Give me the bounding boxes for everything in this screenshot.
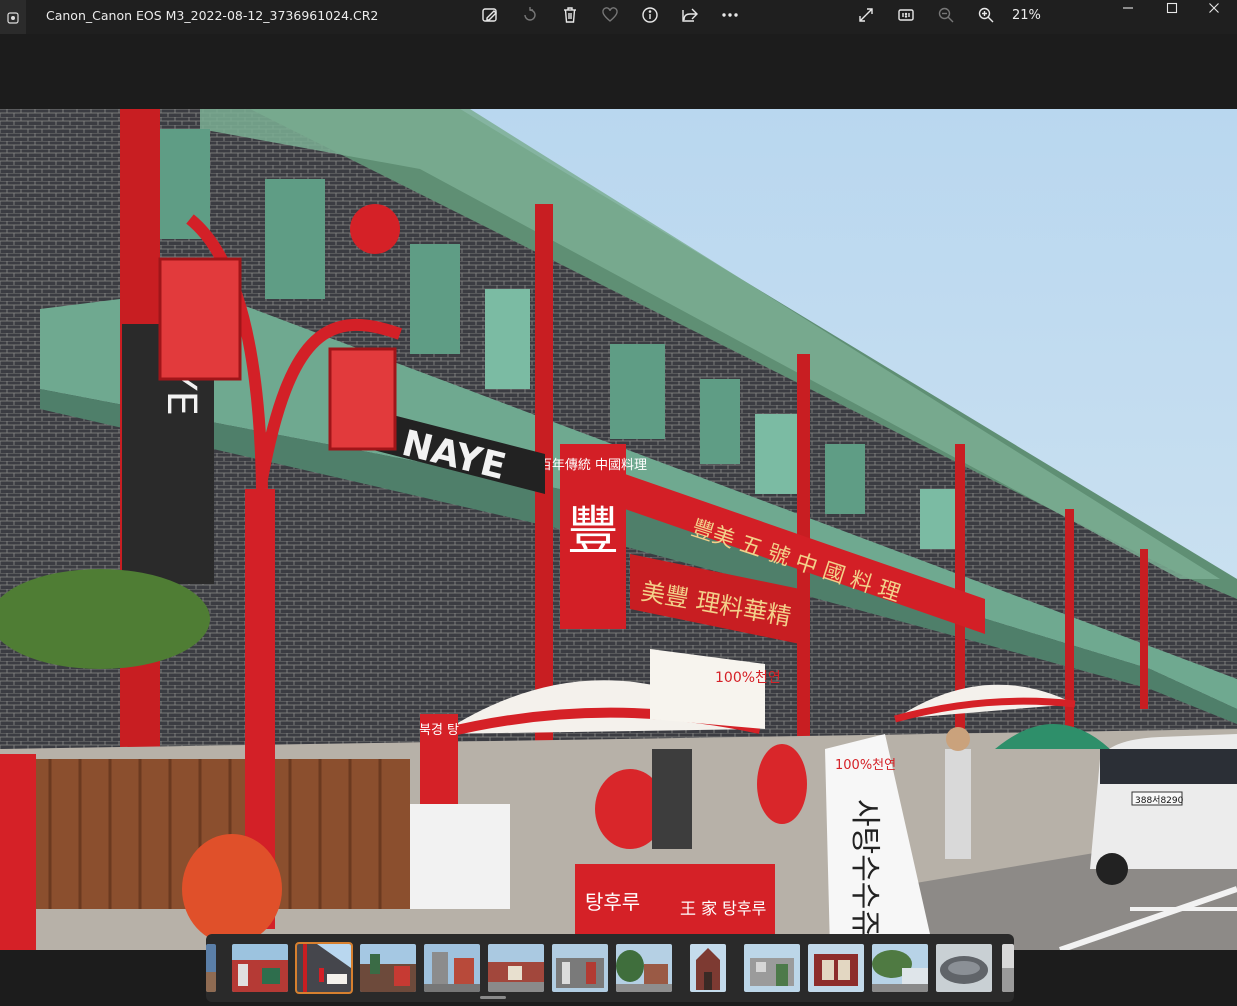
juice-sign-top: 100%천연 bbox=[715, 670, 781, 686]
heart-icon bbox=[602, 7, 618, 22]
thumbnail[interactable] bbox=[206, 944, 216, 992]
fullscreen-icon bbox=[859, 8, 873, 22]
red-lantern bbox=[350, 204, 400, 254]
thumbnail[interactable] bbox=[808, 944, 864, 992]
zoom-in-icon bbox=[978, 7, 994, 23]
red-pillar bbox=[1065, 509, 1074, 729]
share-icon bbox=[682, 8, 698, 22]
thumbnail[interactable] bbox=[552, 944, 608, 992]
thumbnail[interactable] bbox=[616, 944, 672, 992]
person-head bbox=[946, 727, 970, 751]
share-button[interactable] bbox=[677, 4, 703, 26]
thumbnail[interactable] bbox=[690, 944, 726, 992]
window-shutter bbox=[755, 414, 800, 494]
actual-size-button[interactable] bbox=[893, 4, 919, 26]
info-button[interactable] bbox=[637, 4, 663, 26]
photo-canvas[interactable]: 豐美 五 號 中 國 料 理 美豐 理料華精 百年傳統 中國料理 豐 NAYE … bbox=[0, 109, 1237, 950]
thumbnail[interactable] bbox=[232, 944, 288, 992]
lantern bbox=[158, 257, 242, 381]
minimize-icon bbox=[1123, 7, 1133, 9]
thumbnail[interactable] bbox=[872, 944, 928, 992]
filmstrip[interactable] bbox=[206, 934, 1014, 1002]
thumbnail[interactable] bbox=[936, 944, 992, 992]
more-button[interactable] bbox=[717, 4, 743, 26]
rotate-icon bbox=[524, 7, 536, 21]
zoom-level: 21% bbox=[1012, 8, 1041, 23]
app-icon bbox=[0, 0, 26, 36]
vine-plants bbox=[0, 569, 210, 669]
zoom-out-icon bbox=[938, 7, 954, 23]
cart-label-secondary: 王 家 탕후루 bbox=[680, 899, 766, 918]
zoom-in-button[interactable] bbox=[973, 4, 999, 26]
close-icon bbox=[1209, 3, 1219, 13]
thumbnail[interactable] bbox=[360, 944, 416, 992]
window-shutter bbox=[485, 289, 530, 389]
thumbnail[interactable] bbox=[744, 944, 800, 992]
favorite-button[interactable] bbox=[597, 4, 623, 26]
window bbox=[700, 379, 740, 464]
title-bar: Canon_Canon EOS M3_2022-08-12_3736961024… bbox=[0, 0, 1237, 36]
vendor bbox=[652, 749, 692, 849]
lantern bbox=[328, 347, 397, 451]
fridge bbox=[410, 804, 510, 909]
tanghulu-skewers bbox=[757, 744, 807, 824]
rotate-button[interactable] bbox=[517, 4, 543, 26]
person bbox=[945, 749, 971, 859]
window bbox=[265, 179, 325, 299]
window bbox=[410, 244, 460, 354]
info-icon bbox=[642, 7, 658, 23]
close-button[interactable] bbox=[1191, 0, 1237, 16]
promo-banner-text: 사탕수수쥬스 bbox=[847, 799, 882, 950]
cart-label: 탕후루 bbox=[585, 890, 640, 914]
window bbox=[610, 344, 665, 439]
license-plate-text: 388서8290 bbox=[1135, 795, 1184, 806]
window-shutter bbox=[920, 489, 960, 549]
edit-image-button[interactable] bbox=[477, 4, 503, 26]
fullscreen-button[interactable] bbox=[853, 4, 879, 26]
car-windshield bbox=[1100, 749, 1237, 784]
thumbnail[interactable] bbox=[488, 944, 544, 992]
zoom-out-button[interactable] bbox=[933, 4, 959, 26]
shop-sign-text: 북경 탕 bbox=[419, 723, 459, 738]
window-title: Canon_Canon EOS M3_2022-08-12_3736961024… bbox=[46, 8, 379, 23]
actual-size-icon bbox=[898, 9, 914, 21]
tanghulu-skewers bbox=[182, 834, 282, 944]
thumbnail[interactable] bbox=[424, 944, 480, 992]
maximize-button[interactable] bbox=[1149, 0, 1195, 16]
window bbox=[825, 444, 865, 514]
red-panel bbox=[0, 754, 36, 950]
vertical-sign-text: 百年傳統 中國料理 bbox=[539, 458, 647, 473]
red-pillar bbox=[1140, 549, 1148, 709]
minimize-button[interactable] bbox=[1105, 0, 1151, 16]
more-icon bbox=[722, 13, 738, 17]
thumbnail[interactable] bbox=[1002, 944, 1014, 992]
delete-button[interactable] bbox=[557, 4, 583, 26]
promo-banner-top: 100%천연 bbox=[835, 758, 896, 773]
maximize-icon bbox=[1166, 2, 1178, 14]
thumbnail-selected[interactable] bbox=[295, 942, 353, 994]
vertical-sign-char: 豐 bbox=[567, 502, 619, 562]
edit-image-icon bbox=[482, 8, 497, 22]
filmstrip-scroll-indicator[interactable] bbox=[480, 996, 506, 999]
viewer-background bbox=[0, 34, 1237, 109]
delete-icon bbox=[564, 7, 576, 23]
car-wheel bbox=[1096, 853, 1128, 885]
